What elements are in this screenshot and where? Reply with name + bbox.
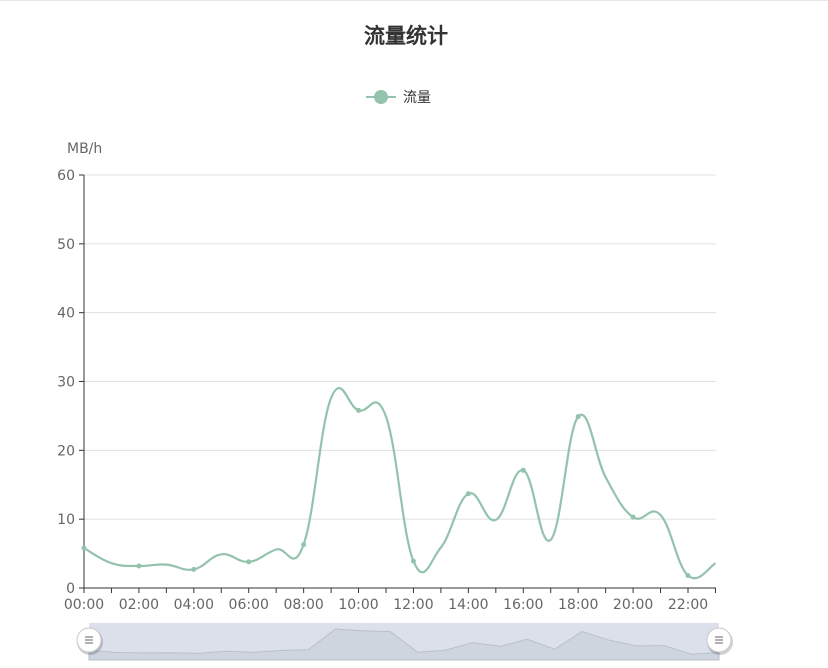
x-tick-label: 18:00 xyxy=(558,597,598,613)
data-point-marker[interactable] xyxy=(410,558,416,564)
x-tick-label: 14:00 xyxy=(448,597,488,613)
data-point-marker[interactable] xyxy=(575,414,581,420)
x-tick-label: 06:00 xyxy=(229,597,269,613)
y-tick-label: 30 xyxy=(57,375,75,391)
data-point-marker[interactable] xyxy=(136,563,142,569)
data-point-marker[interactable] xyxy=(520,467,526,473)
x-tick-label: 04:00 xyxy=(174,597,214,613)
axes: 0 10 20 30 40 50 60 00:00 02:00 04:00 06:00 08:00 10… xyxy=(57,168,716,613)
y-tick-label: 50 xyxy=(57,237,75,253)
y-tick-label: 10 xyxy=(57,512,75,528)
x-tick-label: 10:00 xyxy=(338,597,378,613)
x-tick-label: 08:00 xyxy=(283,597,323,613)
y-axis-title: MB/h xyxy=(67,141,102,157)
data-point-marker[interactable] xyxy=(191,566,197,572)
y-tick-label: 60 xyxy=(57,168,75,184)
x-tick-label: 22:00 xyxy=(668,597,708,613)
series-traffic xyxy=(81,387,717,580)
data-point-marker[interactable] xyxy=(685,573,691,579)
data-point-marker[interactable] xyxy=(246,559,252,565)
series-line-traffic xyxy=(83,387,717,580)
x-tick-label: 02:00 xyxy=(119,597,159,613)
line-chart: 0 10 20 30 40 50 60 00:00 02:00 04:00 06:00 08:00 10… xyxy=(57,141,733,661)
data-zoom-slider[interactable] xyxy=(76,623,733,661)
grid-lines xyxy=(84,174,716,520)
y-tick-label: 40 xyxy=(57,306,75,322)
x-tick-label: 00:00 xyxy=(64,597,104,613)
x-tick-label: 12:00 xyxy=(393,597,433,613)
y-tick-label: 20 xyxy=(57,443,75,459)
x-tick-label: 16:00 xyxy=(503,597,543,613)
y-tick-label: 0 xyxy=(66,581,75,597)
data-point-marker[interactable] xyxy=(465,491,471,497)
x-tick-label: 20:00 xyxy=(613,597,653,613)
data-point-marker[interactable] xyxy=(81,545,87,551)
data-point-marker[interactable] xyxy=(356,407,362,413)
data-point-marker[interactable] xyxy=(630,514,636,520)
zoom-handle-right[interactable] xyxy=(706,627,733,655)
data-point-marker[interactable] xyxy=(301,542,307,548)
